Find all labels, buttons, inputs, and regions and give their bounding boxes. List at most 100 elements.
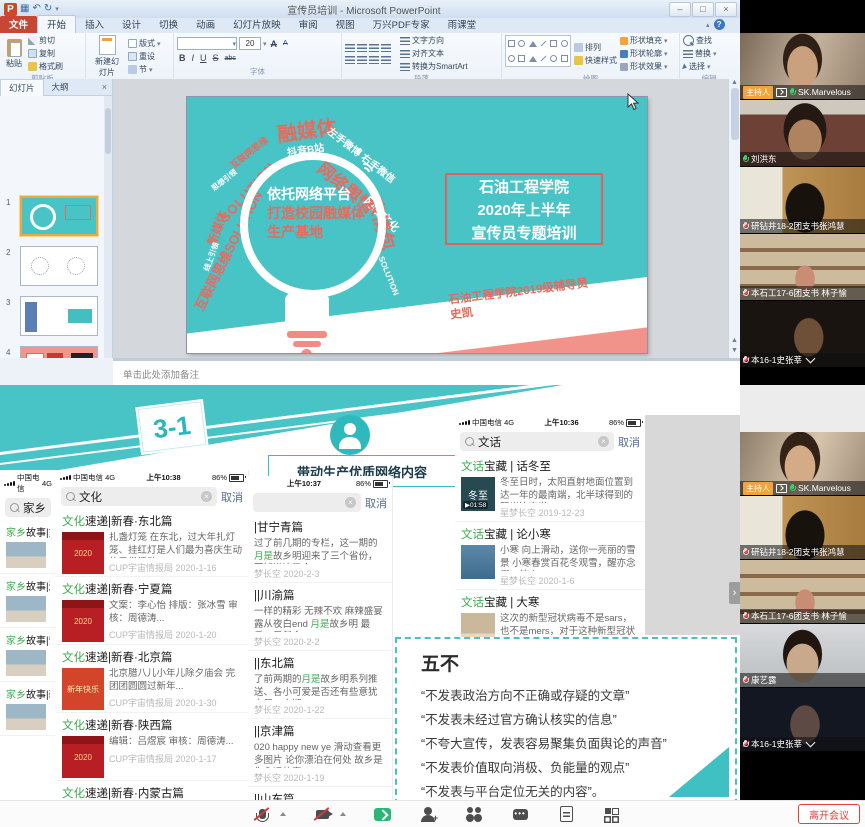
participant-tile[interactable]: 本石工17-6团支书 林子愉 <box>740 234 865 300</box>
panel-scrollbar[interactable] <box>104 96 112 358</box>
participant-tile[interactable]: 研钻井18-2团支书张鸿慧 <box>740 167 865 233</box>
grow-font-icon[interactable]: A <box>269 39 280 49</box>
font-name-select[interactable]: ▾ <box>177 37 237 50</box>
menu-tab[interactable]: 动画 <box>187 16 224 33</box>
ribbon-collapse-icon[interactable]: ▴ <box>706 21 710 29</box>
redo-icon[interactable]: ↻ <box>44 4 52 14</box>
slide-thumbnail-3[interactable] <box>20 296 98 336</box>
participant-tile[interactable]: 本16-1史张莘 <box>740 301 865 367</box>
search-result[interactable]: 家乡故事|安 民 中 石 <box>0 628 56 682</box>
previous-slide-icon[interactable]: ▲ <box>731 337 738 344</box>
documents-button[interactable] <box>556 805 576 823</box>
vertical-scrollbar[interactable]: ▲ ▲ ▼ <box>728 79 740 358</box>
section-button[interactable]: 节▾ <box>128 64 161 75</box>
participant-tile[interactable]: 康艺露 <box>740 624 865 687</box>
tab-outline[interactable]: 大纲 <box>44 79 77 95</box>
add-participant-button[interactable] <box>418 805 438 823</box>
layout-button[interactable]: 版式▾ <box>128 38 161 49</box>
bullets-icon[interactable] <box>345 44 355 52</box>
search-result[interactable]: 文化速递|新春·内蒙古篇 <box>56 781 248 800</box>
clear-search-icon[interactable] <box>598 436 609 447</box>
slide-thumbnail-1[interactable] <box>20 196 98 236</box>
menu-tab[interactable]: 幻灯片放映 <box>224 16 290 33</box>
layout-button[interactable] <box>602 805 622 823</box>
search-result[interactable]: ||山东篇 至2019年9月，山东省辖16个地级市，共57个市辖区、27个县级市… <box>248 787 392 800</box>
clear-search-icon[interactable] <box>345 497 356 508</box>
chevron-down-icon[interactable] <box>806 738 816 748</box>
align-text-button[interactable]: 对齐文本 <box>400 48 468 59</box>
participant-tile[interactable]: 主持人 SK.Marvelous <box>740 33 865 99</box>
search-result[interactable]: 家乡故事|新 乐 东 石 <box>0 682 56 736</box>
search-result[interactable]: 文化速递|新春·北京篇 新年快乐 北京腊八儿小年儿除夕庙会 完团团圆圆过新年..… <box>56 645 248 713</box>
tab-slides[interactable]: 幻灯片 <box>0 79 44 96</box>
notes-pane[interactable]: 单击此处添加备注 <box>113 358 740 385</box>
search-result[interactable]: 文化速递|新春·宁夏篇 2020 文案：李心怡 排版：张冰雪 审核：周德涛...… <box>56 577 248 645</box>
line-spacing-icon[interactable] <box>381 44 391 52</box>
cancel-button[interactable]: 取消 <box>618 434 640 450</box>
find-button[interactable]: 查找 <box>683 35 717 46</box>
participant-tile[interactable]: 本石工17-6团支书 林子愉 <box>740 560 865 623</box>
numbering-icon[interactable] <box>357 44 367 52</box>
microphone-muted-button[interactable] <box>252 805 272 823</box>
participant-tile[interactable]: 刘洪东 <box>740 100 865 166</box>
search-result[interactable]: 家乡故事|重 我 中 石 <box>0 520 56 574</box>
search-result[interactable]: ||川渝篇 一样的精彩 无辣不欢 麻辣盛宴 露从夜白end 月是故乡明 最后，虽… <box>248 583 392 651</box>
menu-tab[interactable]: 插入 <box>76 16 113 33</box>
replace-button[interactable]: 替换▾ <box>683 48 717 59</box>
cancel-button[interactable]: 取消 <box>221 489 243 505</box>
align-left-icon[interactable] <box>345 56 355 64</box>
reset-button[interactable]: 重设 <box>128 51 161 62</box>
align-right-icon[interactable] <box>369 56 379 64</box>
shapes-gallery[interactable] <box>505 35 571 67</box>
shape-outline-button[interactable]: 形状轮廓▾ <box>620 48 668 59</box>
justify-icon[interactable] <box>381 56 391 64</box>
slide-thumbnail-4[interactable] <box>20 346 98 358</box>
minimize-button[interactable]: – <box>669 2 691 17</box>
menu-tab[interactable]: 审阅 <box>290 16 327 33</box>
search-result[interactable]: 文话宝藏 | 论小寒 小寒 向上滑动，送你一亮丽的雪景 小寒春赏百花冬观雪，醒亦… <box>455 522 645 590</box>
text-direction-button[interactable]: 文字方向 <box>400 35 468 46</box>
menu-tab[interactable]: 切换 <box>150 16 187 33</box>
arrange-button[interactable]: 排列 <box>574 42 617 53</box>
search-result[interactable]: 文化速递|新春·陕西篇 2020 编辑：吕煜宸 审核：周德涛... CUP宇宙情… <box>56 713 248 781</box>
search-result[interactable]: 家乡故事|辽 家 中 石 <box>0 574 56 628</box>
menu-tab[interactable]: 开始 <box>37 15 76 33</box>
search-input[interactable]: 文化 <box>61 487 217 506</box>
font-style-button[interactable]: U <box>198 53 209 63</box>
cut-button[interactable]: 剪切 <box>28 35 63 46</box>
participant-tile[interactable]: 主持人 SK.Marvelous <box>740 432 865 495</box>
panel-collapse-arrow[interactable]: › <box>729 582 740 604</box>
camera-muted-button[interactable] <box>312 805 332 823</box>
shape-fill-button[interactable]: 形状填充▾ <box>620 35 668 46</box>
search-input[interactable] <box>253 493 361 512</box>
menu-tab[interactable]: 设计 <box>113 16 150 33</box>
search-result[interactable]: |甘宁青篇 过了前几期的专栏，这一期的月是故乡明迎来了三个省份，不知道这三个..… <box>248 515 392 583</box>
search-result[interactable]: ||东北篇 了前两期的月是故乡明系列推送、各小可爱是否还有些意犹未尽，本期...… <box>248 651 392 719</box>
menu-tab[interactable]: 雨课堂 <box>439 16 486 33</box>
new-slide-button[interactable]: 新建幻灯片 <box>89 35 125 78</box>
format-painter-button[interactable]: 格式刷 <box>28 61 63 72</box>
close-button[interactable]: × <box>715 2 737 17</box>
font-size-select[interactable]: 20 <box>239 37 261 50</box>
maximize-button[interactable]: □ <box>692 2 714 17</box>
slide-editing-surface[interactable]: 融媒体抖音B站SOLUTION互联网思维思想引领网络舆情左手微博 右手微信网络文… <box>187 97 647 353</box>
search-result[interactable]: 文话宝藏 | 话冬至 冬至▶01:58 冬至日时，太阳直射地面位置到达一年的最南… <box>455 454 645 522</box>
save-icon[interactable]: ▦ <box>20 4 29 14</box>
participants-button[interactable] <box>464 805 484 823</box>
mic-options-icon[interactable] <box>280 812 286 816</box>
leave-meeting-button[interactable]: 离开会议 <box>798 804 860 824</box>
quick-styles-button[interactable]: 快速样式 <box>574 55 617 66</box>
chat-button[interactable]: ••• <box>510 805 530 823</box>
indent-icon[interactable] <box>369 44 379 52</box>
search-input[interactable]: 文话 <box>460 432 614 451</box>
clear-search-icon[interactable] <box>201 491 212 502</box>
copy-button[interactable]: 复制 <box>28 48 63 59</box>
font-style-button[interactable]: B <box>177 53 188 63</box>
font-style-button[interactable]: I <box>190 53 197 63</box>
next-slide-icon[interactable]: ▼ <box>731 347 738 354</box>
shrink-font-icon[interactable]: A <box>281 40 290 47</box>
quick-access-toolbar[interactable]: P ▦ ↶ ↻ ▾ <box>0 3 59 16</box>
paste-button[interactable]: 粘贴 <box>3 35 25 72</box>
undo-icon[interactable]: ↶ <box>32 4 40 14</box>
scrollbar-thumb[interactable] <box>731 88 739 140</box>
